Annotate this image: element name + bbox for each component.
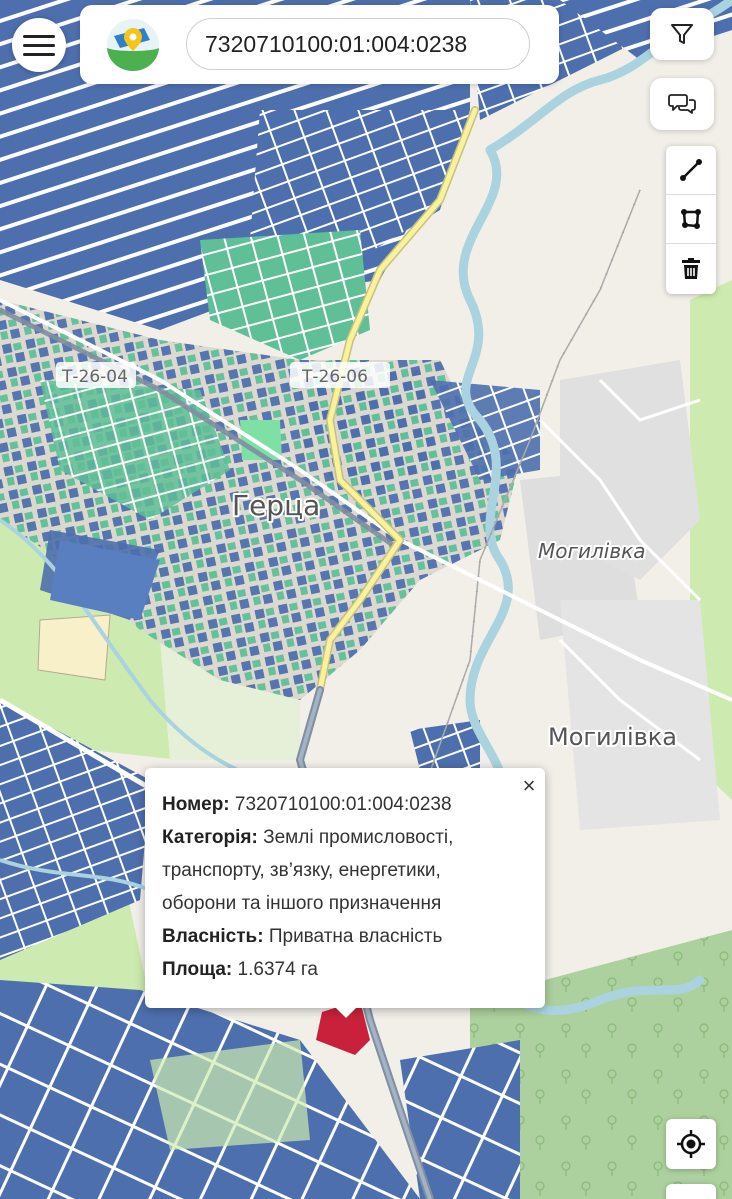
draw-line-icon xyxy=(680,159,702,181)
cadastral-map[interactable]: Т-26-04 Т-26-06 Герца Могилівка Могилівк… xyxy=(0,0,732,1199)
trash-icon xyxy=(682,257,700,279)
popup-pointer-tip xyxy=(328,1000,364,1018)
hamburger-menu-icon xyxy=(23,34,55,38)
popup-category-row: Категорія: Землі промисловості, xyxy=(162,821,529,854)
popup-area-row: Площа: 1.6374 га xyxy=(162,953,529,986)
filter-icon xyxy=(671,24,693,44)
road-ref-t2606: Т-26-06 xyxy=(301,367,368,387)
popup-category-line-2: транспорту, зв’язку, енергетики, xyxy=(162,860,441,881)
feedback-button[interactable] xyxy=(650,78,714,130)
draw-line-button[interactable] xyxy=(666,146,716,195)
filter-button[interactable] xyxy=(650,8,714,60)
road-ref-t2604: Т-26-04 xyxy=(61,367,128,387)
draw-polygon-icon xyxy=(681,209,701,229)
village-label-mohylivka: Могилівка xyxy=(548,723,677,751)
locate-crosshair-icon xyxy=(677,1130,705,1158)
chat-bubbles-icon xyxy=(668,94,696,114)
village-label-mohylivka-italic: Могилівка xyxy=(538,539,645,563)
popup-area-label: Площа: xyxy=(162,959,233,980)
parcel-info-popup: × Номер: 7320710100:01:004:0238 Категорі… xyxy=(145,768,545,1008)
popup-area-value: 1.6374 га xyxy=(237,959,319,980)
popup-number-row: Номер: 7320710100:01:004:0238 xyxy=(162,788,529,821)
popup-category-label: Категорія: xyxy=(162,827,258,848)
popup-ownership-row: Власність: Приватна власність xyxy=(162,920,529,953)
search-panel xyxy=(80,5,559,84)
popup-category-value-1: Землі промисловості, xyxy=(263,827,454,848)
hamburger-menu-button[interactable] xyxy=(12,18,66,72)
popup-number-label: Номер: xyxy=(162,794,230,815)
map-layer-button[interactable] xyxy=(666,1184,716,1199)
map-app: Т-26-04 Т-26-06 Герца Могилівка Могилівк… xyxy=(0,0,732,1199)
map-pin-logo-icon[interactable] xyxy=(106,18,160,72)
delete-drawing-button[interactable] xyxy=(666,244,716,293)
popup-ownership-value: Приватна власність xyxy=(268,926,443,947)
popup-category-line-3: оборони та іншого призначення xyxy=(162,893,442,914)
draw-polygon-button[interactable] xyxy=(666,195,716,244)
popup-ownership-label: Власність: xyxy=(162,926,264,947)
popup-number-value: 7320710100:01:004:0238 xyxy=(234,794,452,815)
town-label-gertsa: Герца xyxy=(232,489,320,522)
cadastral-search-input[interactable] xyxy=(186,18,530,70)
draw-toolbar xyxy=(666,146,716,294)
locate-me-button[interactable] xyxy=(666,1119,716,1169)
popup-close-button[interactable]: × xyxy=(517,770,541,802)
